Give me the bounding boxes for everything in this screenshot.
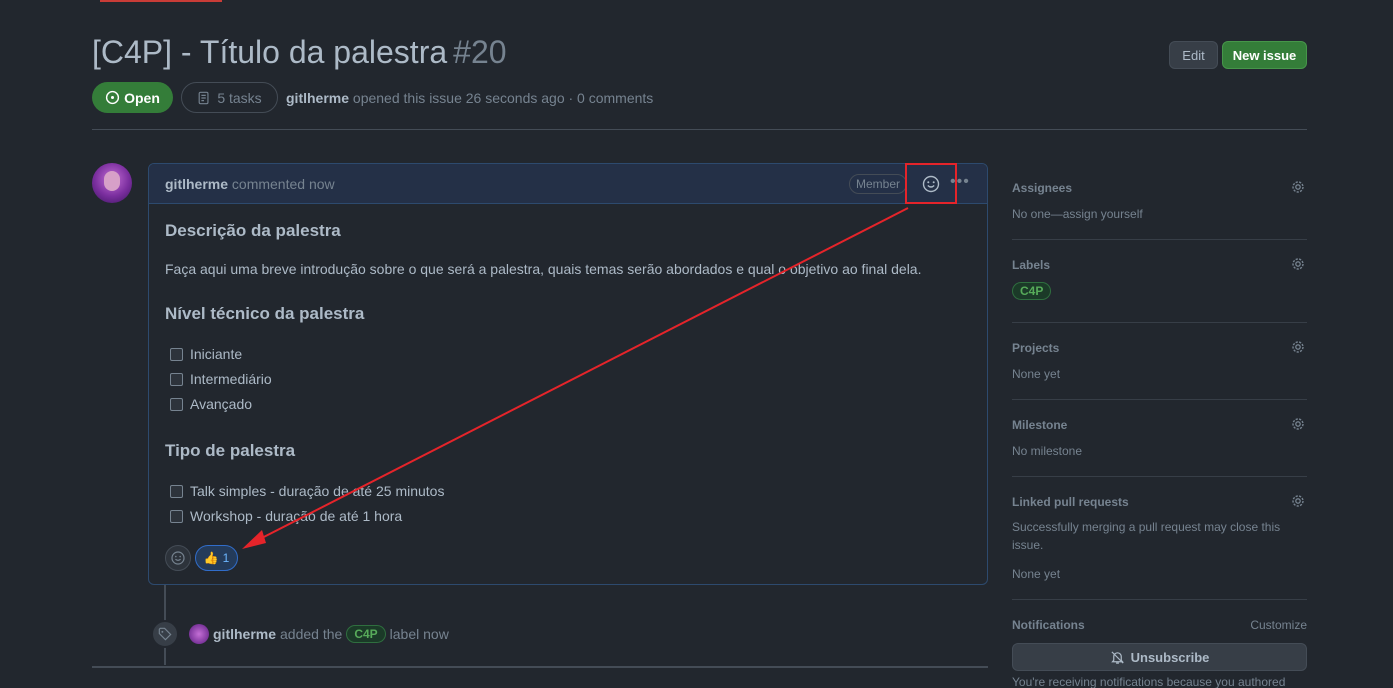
unsubscribe-button[interactable]: Unsubscribe <box>1012 643 1307 671</box>
sidebar-divider <box>1012 599 1307 600</box>
labels-title[interactable]: Labels <box>1012 258 1050 272</box>
sidebar-divider <box>1012 476 1307 477</box>
milestone-title[interactable]: Milestone <box>1012 418 1067 432</box>
comment-body: Descrição da palestra Faça aqui uma brev… <box>149 204 987 584</box>
milestone-value: No milestone <box>1012 444 1083 458</box>
event-text-after: label now <box>389 626 449 642</box>
task-checkbox[interactable] <box>170 509 183 523</box>
smiley-icon <box>171 551 185 565</box>
comment-time: commented now <box>231 176 335 192</box>
task-label: Talk simples - duração de até 25 minutos <box>190 483 445 499</box>
task-item[interactable]: Avançado <box>170 396 252 412</box>
sidebar-divider <box>1012 322 1307 323</box>
task-checkbox[interactable] <box>170 372 183 386</box>
event-actor-avatar[interactable] <box>189 624 209 644</box>
event-label-pill[interactable]: C4P <box>346 625 386 643</box>
assignees-value[interactable]: No one—assign yourself <box>1012 207 1143 221</box>
member-badge: Member <box>849 174 908 194</box>
comment-author-link[interactable]: gitlherme <box>165 176 228 192</box>
gear-icon[interactable] <box>1290 339 1306 355</box>
notifications-title: Notifications <box>1012 618 1085 632</box>
reaction-count: 1 <box>222 551 230 565</box>
issue-state-badge: Open <box>92 82 173 113</box>
task-label: Intermediário <box>190 371 272 387</box>
gear-icon[interactable] <box>1290 179 1306 195</box>
new-issue-button[interactable]: New issue <box>1222 41 1307 69</box>
tasks-progress-button[interactable]: 5 tasks <box>181 82 278 113</box>
comment-author-avatar[interactable] <box>92 163 132 203</box>
tag-icon <box>151 620 179 648</box>
comment-header: gitlherme commented now Member ••• <box>149 164 987 204</box>
tasks-label: 5 tasks <box>217 89 262 106</box>
sidebar-divider <box>1012 399 1307 400</box>
issue-comment: gitlherme commented now Member ••• Descr… <box>148 163 988 585</box>
sidebar-divider <box>1012 239 1307 240</box>
issue-author-link[interactable]: gitlherme <box>286 90 349 106</box>
linked-prs-description: Successfully merging a pull request may … <box>1012 520 1281 552</box>
gear-icon[interactable] <box>1290 416 1306 432</box>
section-heading-type: Tipo de palestra <box>165 441 296 460</box>
task-checkbox[interactable] <box>170 397 183 411</box>
unsubscribe-label: Unsubscribe <box>1130 649 1210 665</box>
task-item[interactable]: Talk simples - duração de até 25 minutos <box>170 483 444 499</box>
section-heading-level: Nível técnico da palestra <box>165 304 365 323</box>
label-event: gitlherme added the C4P label now <box>213 625 449 643</box>
checklist-icon <box>198 91 209 104</box>
timeline-divider <box>92 666 988 668</box>
issue-number: #20 <box>453 34 507 70</box>
annotation-highlight-box <box>905 163 957 204</box>
issue-state-label: Open <box>124 89 160 106</box>
bell-slash-icon <box>1110 650 1124 664</box>
edit-button[interactable]: Edit <box>1169 41 1218 69</box>
thumbs-up-icon: 👍 <box>203 551 219 565</box>
header-divider <box>92 129 1307 130</box>
projects-value: None yet <box>1012 367 1061 381</box>
issue-title-text: [C4P] - Título da palestra <box>92 34 448 70</box>
issue-meta: gitlherme opened this issue 26 seconds a… <box>286 90 653 106</box>
linked-prs-title[interactable]: Linked pull requests <box>1012 495 1129 509</box>
task-checkbox[interactable] <box>170 347 183 361</box>
task-label: Iniciante <box>190 346 243 362</box>
task-checkbox[interactable] <box>170 484 183 498</box>
add-reaction-button[interactable] <box>165 545 191 571</box>
notifications-description: You're receiving notifications because y… <box>1012 675 1286 688</box>
gear-icon[interactable] <box>1290 493 1306 509</box>
task-label: Workshop - duração de até 1 hora <box>190 508 403 524</box>
sidebar-label-pill[interactable]: C4P <box>1012 282 1052 300</box>
assignees-title[interactable]: Assignees <box>1012 181 1072 195</box>
issue-meta-text: opened this issue 26 seconds ago · 0 com… <box>352 90 654 106</box>
section-heading-description: Descrição da palestra <box>165 221 341 240</box>
event-actor-link[interactable]: gitlherme <box>213 626 276 642</box>
task-label: Avançado <box>190 396 253 412</box>
customize-link[interactable]: Customize <box>1250 618 1307 632</box>
description-paragraph: Faça aqui uma breve introdução sobre o q… <box>165 261 922 277</box>
task-item[interactable]: Workshop - duração de até 1 hora <box>170 508 402 524</box>
top-accent-bar <box>100 0 222 2</box>
gear-icon[interactable] <box>1290 256 1306 272</box>
task-item[interactable]: Intermediário <box>170 371 272 387</box>
projects-title[interactable]: Projects <box>1012 341 1059 355</box>
thumbs-up-reaction[interactable]: 👍 1 <box>195 545 238 571</box>
linked-prs-value: None yet <box>1012 567 1061 581</box>
task-item[interactable]: Iniciante <box>170 346 242 362</box>
issue-open-icon <box>105 90 120 105</box>
event-text-before: added the <box>280 626 343 642</box>
issue-title: [C4P] - Título da palestra #20 <box>92 34 507 71</box>
comment-author-line: gitlherme commented now <box>165 176 335 192</box>
